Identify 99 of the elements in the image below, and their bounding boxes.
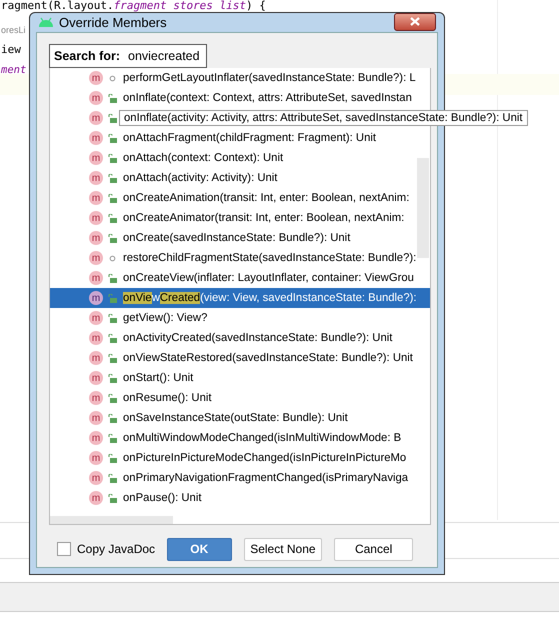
method-signature: onInflate(context: Context, attrs: AttributeSet, savedInstan — [123, 92, 412, 104]
method-signature: onPause(): Unit — [123, 492, 202, 504]
lock-icon — [108, 454, 117, 462]
lock-icon — [108, 434, 117, 442]
lock-icon — [108, 274, 117, 282]
method-badge: m — [89, 151, 103, 165]
member-row[interactable]: m onCreateView(inflater: LayoutInflater, container: ViewGrou — [50, 268, 430, 288]
method-signature: onViewStateRestored(savedInstanceState: Bundle?): Unit — [123, 352, 413, 364]
member-row[interactable]: m onStart(): Unit — [50, 368, 430, 388]
method-signature: getView(): View? — [123, 312, 208, 324]
search-field[interactable]: Search for: onviecreated — [49, 44, 207, 68]
member-row[interactable]: m onInflate(context: Context, attrs: AttributeSet, savedInstan — [50, 88, 430, 108]
method-signature: onPrimaryNavigationFragmentChanged(isPrimaryNaviga — [123, 472, 408, 484]
circle-icon — [108, 254, 117, 262]
member-row[interactable]: m onViewStateRestored(savedInstanceState: Bundle?): Unit — [50, 348, 430, 368]
member-row[interactable]: m onPictureInPictureModeChanged(isInPictureInPictureMo — [50, 448, 430, 468]
lock-icon — [108, 334, 117, 342]
method-badge: m — [89, 431, 103, 445]
lock-icon — [108, 234, 117, 242]
method-badge: m — [89, 131, 103, 145]
method-badge: m — [89, 91, 103, 105]
lock-icon — [108, 134, 117, 142]
method-badge: m — [89, 171, 103, 185]
scrollbar-thumb[interactable] — [417, 158, 429, 258]
method-signature: onMultiWindowModeChanged(isInMultiWindowMode: B — [123, 432, 402, 444]
lock-icon — [108, 94, 117, 102]
method-signature: performGetLayoutInflater(savedInstanceState: Bundle?): L — [123, 72, 416, 84]
dialog-button[interactable]: OK — [167, 538, 232, 560]
method-signature: onActivityCreated(savedInstanceState: Bundle?): Unit — [123, 332, 392, 344]
method-signature: onAttach(activity: Activity): Unit — [123, 172, 278, 184]
window-title: Override Members — [59, 15, 167, 30]
method-signature: onSaveInstanceState(outState: Bundle): Unit — [123, 412, 348, 424]
lock-icon — [108, 314, 117, 322]
method-signature: onResume(): Unit — [123, 392, 212, 404]
lock-icon — [108, 494, 117, 502]
member-row[interactable]: m onAttach(activity: Activity): Unit — [50, 168, 430, 188]
lock-icon — [108, 114, 117, 122]
member-row[interactable]: m onSaveInstanceState(outState: Bundle): Unit — [50, 408, 430, 428]
close-button[interactable] — [394, 12, 436, 30]
lock-icon — [108, 414, 117, 422]
method-badge: m — [89, 271, 103, 285]
lock-icon — [108, 354, 117, 362]
circle-icon — [108, 74, 117, 82]
member-row[interactable]: m onCreateAnimation(transit: Int, enter: Boolean, nextAnim: — [50, 188, 430, 208]
method-badge: m — [89, 391, 103, 405]
code-line: ragment(R.layout.fragment stores list) { — [1, 0, 266, 12]
method-badge: m — [89, 311, 103, 325]
dialog-button[interactable]: Cancel — [334, 538, 414, 560]
member-row[interactable]: m restoreChildFragmentState(savedInstanceState: Bundle?): — [50, 248, 430, 268]
method-badge: m — [89, 71, 103, 85]
member-row[interactable]: m performGetLayoutInflater(savedInstanceState: Bundle?): L — [50, 68, 430, 88]
close-icon — [409, 17, 421, 26]
member-row[interactable]: m onPause(): Unit — [50, 488, 430, 508]
method-badge: m — [89, 411, 103, 425]
method-badge: m — [89, 451, 103, 465]
android-icon — [38, 17, 54, 28]
signature-tooltip: onInflate(activity: Activity, attrs: AttributeSet, savedInstanceState: Bundle?): Unit — [119, 110, 528, 126]
method-signature: onCreateAnimator(transit: Int, enter: Boolean, nextAnim: — [123, 212, 404, 224]
method-signature: onCreateView(inflater: LayoutInflater, container: ViewGrou — [123, 272, 414, 284]
member-row[interactable]: m onResume(): Unit — [50, 388, 430, 408]
method-signature: onStart(): Unit — [123, 372, 194, 384]
lock-icon — [108, 374, 117, 382]
method-signature: onCreateAnimation(transit: Int, enter: Boolean, nextAnim: — [123, 192, 410, 204]
member-row[interactable]: m onAttach(context: Context): Unit — [50, 148, 430, 168]
member-row[interactable]: m onActivityCreated(savedInstanceState: Bundle?): Unit — [50, 328, 430, 348]
code-line: ment — [1, 64, 26, 76]
member-row[interactable]: m onPrimaryNavigationFragmentChanged(isPrimaryNaviga — [50, 468, 430, 488]
method-signature: onAttachFragment(childFragment: Fragment): Unit — [123, 132, 376, 144]
member-row[interactable]: m getView(): View? — [50, 308, 430, 328]
method-badge: m — [89, 371, 103, 385]
method-signature: onCreate(savedInstanceState: Bundle?): Unit — [123, 232, 350, 244]
method-badge: m — [89, 251, 103, 265]
lock-icon — [108, 154, 117, 162]
method-badge: m — [89, 491, 103, 505]
lock-icon — [108, 214, 117, 222]
dialog-button[interactable]: Select None — [244, 538, 322, 560]
method-badge: m — [89, 351, 103, 365]
method-badge: m — [89, 111, 103, 125]
member-row[interactable]: m onMultiWindowModeChanged(isInMultiWindowMode: B — [50, 428, 430, 448]
member-row[interactable]: m onAttachFragment(childFragment: Fragment): Unit — [50, 128, 430, 148]
method-signature: restoreChildFragmentState(savedInstanceState: Bundle?): — [123, 252, 416, 264]
lock-icon — [108, 174, 117, 182]
method-signature: onPictureInPictureModeChanged(isInPictureInPictureMo — [123, 452, 406, 464]
method-signature: onAttach(context: Context): Unit — [123, 152, 284, 164]
lock-icon — [108, 394, 117, 402]
code-line: iew — [1, 43, 21, 56]
method-badge: m — [89, 331, 103, 345]
lock-icon — [108, 474, 117, 482]
member-row[interactable]: m onCreate(savedInstanceState: Bundle?): Unit — [50, 228, 430, 248]
lock-icon — [108, 194, 117, 202]
method-badge: m — [89, 471, 103, 485]
copy-javadoc-checkbox[interactable]: Copy JavaDoc — [57, 542, 156, 556]
method-badge: m — [89, 291, 103, 305]
method-badge: m — [89, 191, 103, 205]
member-row[interactable]: m onCreateAnimator(transit: Int, enter: Boolean, nextAnim: — [50, 208, 430, 228]
method-badge: m — [89, 211, 103, 225]
method-badge: m — [89, 231, 103, 245]
lock-icon — [108, 294, 117, 302]
code-line: oresLi — [1, 25, 26, 35]
